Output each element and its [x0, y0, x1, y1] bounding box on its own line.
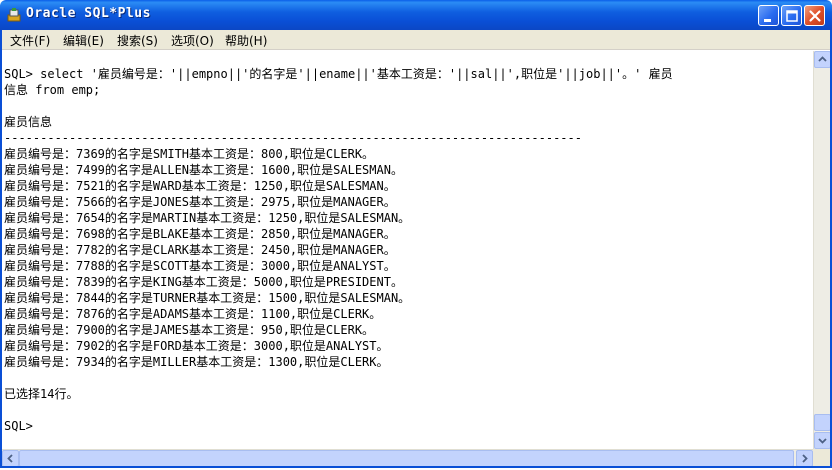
oracle-app-icon — [7, 8, 21, 22]
chevron-up-icon — [818, 56, 827, 62]
result-row: 雇员编号是：7499的名字是ALLEN基本工资是：1600,职位是SALESMA… — [4, 163, 403, 177]
result-row: 雇员编号是：7698的名字是BLAKE基本工资是：2850,职位是MANAGER… — [4, 227, 396, 241]
result-row: 雇员编号是：7902的名字是FORD基本工资是：3000,职位是ANALYST。 — [4, 339, 389, 353]
menu-help[interactable]: 帮助(H) — [225, 32, 267, 49]
scroll-thumb-horizontal[interactable] — [19, 450, 794, 467]
scroll-up-button[interactable] — [814, 51, 831, 68]
scroll-left-button[interactable] — [2, 450, 19, 467]
menu-search[interactable]: 搜索(S) — [117, 32, 158, 49]
result-row: 雇员编号是：7844的名字是TURNER基本工资是：1500,职位是SALESM… — [4, 291, 411, 305]
column-header: 雇员信息 — [4, 115, 53, 129]
result-row: 雇员编号是：7900的名字是JAMES基本工资是：950,职位是CLERK。 — [4, 323, 375, 337]
close-button[interactable] — [804, 5, 825, 26]
close-icon — [809, 10, 821, 22]
scroll-thumb[interactable] — [814, 414, 831, 431]
minimize-button[interactable] — [758, 5, 779, 26]
vertical-scrollbar[interactable] — [813, 51, 831, 449]
result-row: 雇员编号是：7782的名字是CLARK基本工资是：2450,职位是MANAGER… — [4, 243, 396, 257]
menu-edit[interactable]: 编辑(E) — [63, 32, 104, 49]
scrollbar-corner — [813, 449, 830, 466]
result-row: 雇员编号是：7566的名字是JONES基本工资是：2975,职位是MANAGER… — [4, 195, 396, 209]
scroll-down-button[interactable] — [814, 432, 831, 449]
window-title: Oracle SQL*Plus — [26, 6, 151, 21]
scroll-right-button[interactable] — [796, 450, 813, 467]
maximize-button[interactable] — [781, 5, 802, 26]
result-row: 雇员编号是：7521的名字是WARD基本工资是：1250,职位是SALESMAN… — [4, 179, 396, 193]
horizontal-scrollbar[interactable] — [2, 449, 813, 467]
result-row: 雇员编号是：7934的名字是MILLER基本工资是：1300,职位是CLERK。 — [4, 355, 389, 369]
minimize-icon — [764, 19, 771, 22]
chevron-right-icon — [802, 454, 808, 463]
menu-bar: 文件(F) 编辑(E) 搜索(S) 选项(O) 帮助(H) — [0, 30, 832, 50]
title-bar[interactable]: Oracle SQL*Plus — [0, 0, 832, 30]
menu-options[interactable]: 选项(O) — [171, 32, 214, 49]
result-row: 雇员编号是：7876的名字是ADAMS基本工资是：1100,职位是CLERK。 — [4, 307, 382, 321]
result-row: 雇员编号是：7654的名字是MARTIN基本工资是：1250,职位是SALESM… — [4, 211, 411, 225]
sql-prompt[interactable]: SQL> — [4, 418, 33, 434]
maximize-icon — [786, 10, 798, 22]
chevron-left-icon — [7, 454, 13, 463]
console-output[interactable]: SQL> select '雇员编号是：'||empno||'的名字是'||ena… — [2, 51, 812, 449]
sql-command-line: SQL> select '雇员编号是：'||empno||'的名字是'||ena… — [4, 67, 673, 81]
result-row: 雇员编号是：7788的名字是SCOTT基本工资是：3000,职位是ANALYST… — [4, 259, 396, 273]
result-row: 雇员编号是：7369的名字是SMITH基本工资是：800,职位是CLERK。 — [4, 147, 375, 161]
row-count-message: 已选择14行。 — [4, 387, 79, 401]
chevron-down-icon — [818, 438, 827, 444]
menu-file[interactable]: 文件(F) — [10, 32, 50, 49]
result-row: 雇员编号是：7839的名字是KING基本工资是：5000,职位是PRESIDEN… — [4, 275, 403, 289]
sql-command-line: 信息 from emp; — [4, 83, 101, 97]
window-frame-left — [0, 30, 2, 468]
column-underline: ----------------------------------------… — [4, 131, 582, 145]
